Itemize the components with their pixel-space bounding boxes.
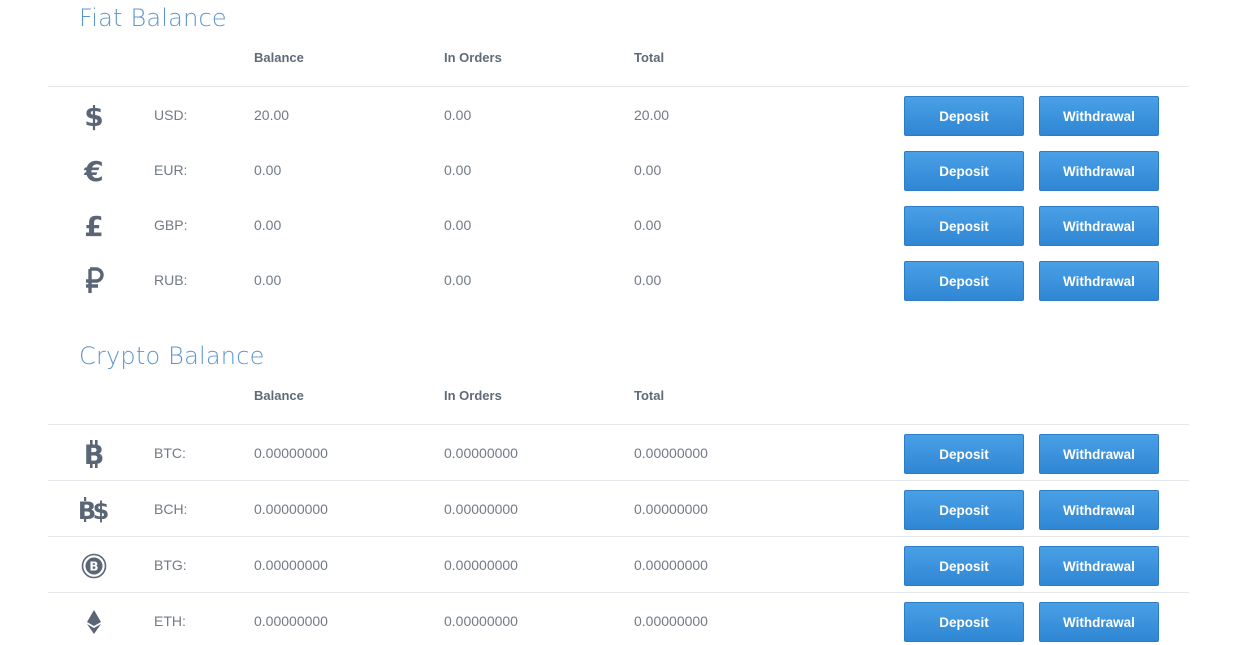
- col-in-orders-header: In Orders: [444, 50, 502, 65]
- deposit-button-bch[interactable]: Deposit: [904, 490, 1024, 530]
- total-value: 20.00: [634, 107, 670, 123]
- fiat-header-divider: [48, 86, 1189, 87]
- withdrawal-button-rub[interactable]: Withdrawal: [1039, 261, 1159, 301]
- currency-code: EUR:: [154, 162, 188, 178]
- deposit-button-btc[interactable]: Deposit: [904, 434, 1024, 474]
- crypto-row-eth: ETH: 0.00000000 0.00000000 0.00000000 De…: [48, 602, 1189, 642]
- balance-value: 0.00000000: [254, 501, 328, 517]
- dollar-icon: $: [76, 98, 112, 134]
- ethereum-icon: [76, 604, 112, 640]
- currency-code: USD:: [154, 107, 188, 123]
- fiat-table-header: Balance In Orders Total: [48, 50, 1189, 70]
- withdrawal-button-usd[interactable]: Withdrawal: [1039, 96, 1159, 136]
- balance-value: 20.00: [254, 107, 290, 123]
- col-in-orders-header: In Orders: [444, 388, 502, 403]
- balances-page: Fiat Balance Balance In Orders Total $ U…: [0, 0, 1237, 645]
- fiat-row-rub: RUB: 0.00 0.00 0.00 Deposit Withdrawal: [48, 261, 1189, 301]
- deposit-button-btg[interactable]: Deposit: [904, 546, 1024, 586]
- deposit-button-usd[interactable]: Deposit: [904, 96, 1024, 136]
- fiat-row-eur: € EUR: 0.00 0.00 0.00 Deposit Withdrawal: [48, 151, 1189, 191]
- crypto-balance-title: Crypto Balance: [79, 342, 265, 370]
- bitcoin-cash-icon: B $: [76, 492, 112, 528]
- col-balance-header: Balance: [254, 50, 304, 65]
- in-orders-value: 0.00000000: [444, 613, 518, 629]
- bitcoin-gold-icon: B: [76, 548, 112, 584]
- deposit-button-rub[interactable]: Deposit: [904, 261, 1024, 301]
- in-orders-value: 0.00: [444, 217, 472, 233]
- svg-text:€: €: [83, 155, 103, 187]
- bitcoin-icon: B: [76, 436, 112, 472]
- row-divider: [48, 480, 1189, 481]
- fiat-row-gbp: £ GBP: 0.00 0.00 0.00 Deposit Withdrawal: [48, 206, 1189, 246]
- deposit-button-gbp[interactable]: Deposit: [904, 206, 1024, 246]
- currency-code: ETH:: [154, 613, 186, 629]
- col-balance-header: Balance: [254, 388, 304, 403]
- fiat-balance-title: Fiat Balance: [79, 4, 227, 32]
- currency-code: BCH:: [154, 501, 188, 517]
- pound-icon: £: [76, 208, 112, 244]
- col-total-header: Total: [634, 50, 665, 65]
- crypto-row-bch: B $ BCH: 0.00000000 0.00000000 0.0000000…: [48, 490, 1189, 530]
- balance-value: 0.00: [254, 162, 282, 178]
- withdrawal-button-bch[interactable]: Withdrawal: [1039, 490, 1159, 530]
- total-value: 0.00000000: [634, 613, 708, 629]
- balance-value: 0.00000000: [254, 445, 328, 461]
- currency-code: BTG:: [154, 557, 187, 573]
- in-orders-value: 0.00000000: [444, 557, 518, 573]
- total-value: 0.00000000: [634, 501, 708, 517]
- total-value: 0.00: [634, 272, 662, 288]
- svg-text:B: B: [89, 560, 98, 574]
- in-orders-value: 0.00: [444, 107, 472, 123]
- fiat-row-usd: $ USD: 20.00 0.00 20.00 Deposit Withdraw…: [48, 96, 1189, 136]
- withdrawal-button-btg[interactable]: Withdrawal: [1039, 546, 1159, 586]
- withdrawal-button-gbp[interactable]: Withdrawal: [1039, 206, 1159, 246]
- in-orders-value: 0.00000000: [444, 445, 518, 461]
- total-value: 0.00: [634, 162, 662, 178]
- total-value: 0.00000000: [634, 445, 708, 461]
- balance-value: 0.00: [254, 272, 282, 288]
- row-divider: [48, 592, 1189, 593]
- row-divider: [48, 536, 1189, 537]
- withdrawal-button-eth[interactable]: Withdrawal: [1039, 602, 1159, 642]
- withdrawal-button-eur[interactable]: Withdrawal: [1039, 151, 1159, 191]
- crypto-row-btg: B BTG: 0.00000000 0.00000000 0.00000000 …: [48, 546, 1189, 586]
- in-orders-value: 0.00: [444, 162, 472, 178]
- svg-text:B: B: [84, 440, 105, 470]
- svg-text:$: $: [93, 497, 110, 525]
- euro-icon: €: [76, 153, 112, 189]
- svg-text:$: $: [84, 100, 103, 132]
- col-total-header: Total: [634, 388, 665, 403]
- crypto-table-header: Balance In Orders Total: [48, 388, 1189, 408]
- crypto-row-btc: B BTC: 0.00000000 0.00000000 0.00000000 …: [48, 434, 1189, 474]
- balance-value: 0.00000000: [254, 613, 328, 629]
- currency-code: GBP:: [154, 217, 188, 233]
- total-value: 0.00: [634, 217, 662, 233]
- balance-value: 0.00000000: [254, 557, 328, 573]
- deposit-button-eth[interactable]: Deposit: [904, 602, 1024, 642]
- currency-code: BTC:: [154, 445, 186, 461]
- withdrawal-button-btc[interactable]: Withdrawal: [1039, 434, 1159, 474]
- in-orders-value: 0.00: [444, 272, 472, 288]
- ruble-icon: [76, 263, 112, 299]
- crypto-header-divider: [48, 424, 1189, 425]
- deposit-button-eur[interactable]: Deposit: [904, 151, 1024, 191]
- svg-text:£: £: [84, 210, 103, 242]
- currency-code: RUB:: [154, 272, 188, 288]
- total-value: 0.00000000: [634, 557, 708, 573]
- balance-value: 0.00: [254, 217, 282, 233]
- in-orders-value: 0.00000000: [444, 501, 518, 517]
